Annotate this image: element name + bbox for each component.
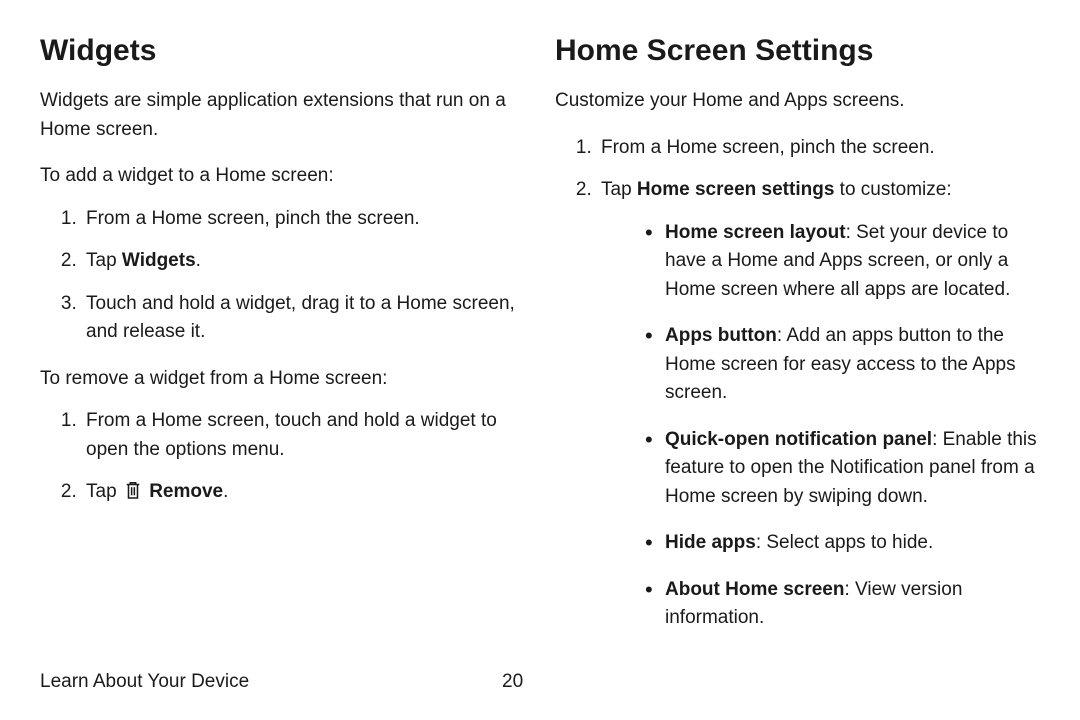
- text: to customize:: [834, 179, 951, 200]
- bold-text: About Home screen: [665, 579, 844, 600]
- bold-text: Home screen settings: [637, 179, 834, 200]
- list-item: About Home screen: View version informat…: [643, 576, 1040, 633]
- text: Tap: [86, 250, 122, 271]
- home-settings-intro: Customize your Home and Apps screens.: [555, 87, 1040, 116]
- home-settings-steps: From a Home screen, pinch the screen. Ta…: [555, 134, 1040, 633]
- left-column: Widgets Widgets are simple application e…: [40, 28, 525, 651]
- bold-text: Hide apps: [665, 532, 756, 553]
- list-item: Touch and hold a widget, drag it to a Ho…: [82, 290, 525, 347]
- remove-widget-steps: From a Home screen, touch and hold a wid…: [40, 407, 525, 507]
- bold-text: Widgets: [122, 250, 196, 271]
- bold-text: Remove: [144, 481, 223, 502]
- list-item: Tap Home screen settings to customize: H…: [597, 176, 1040, 633]
- list-item: From a Home screen, touch and hold a wid…: [82, 407, 525, 464]
- text: Tap: [601, 179, 637, 200]
- text: Tap: [86, 481, 122, 502]
- bold-text: Apps button: [665, 325, 777, 346]
- add-widget-lead: To add a widget to a Home screen:: [40, 162, 525, 191]
- bold-text: Home screen layout: [665, 222, 846, 243]
- list-item: Quick-open notification panel: Enable th…: [643, 426, 1040, 512]
- widgets-intro: Widgets are simple application extension…: [40, 87, 525, 144]
- right-column: Home Screen Settings Customize your Home…: [555, 28, 1040, 651]
- home-settings-heading: Home Screen Settings: [555, 28, 1040, 73]
- list-item: Tap Remove.: [82, 478, 525, 507]
- widgets-heading: Widgets: [40, 28, 525, 73]
- settings-options-list: Home screen layout: Set your device to h…: [601, 219, 1040, 633]
- list-item: Hide apps: Select apps to hide.: [643, 529, 1040, 558]
- footer-page-number: 20: [502, 668, 523, 697]
- text: : Select apps to hide.: [756, 532, 933, 553]
- list-item: Apps button: Add an apps button to the H…: [643, 322, 1040, 408]
- add-widget-steps: From a Home screen, pinch the screen. Ta…: [40, 205, 525, 347]
- list-item: Home screen layout: Set your device to h…: [643, 219, 1040, 305]
- bold-text: Quick-open notification panel: [665, 429, 932, 450]
- footer-section-title: Learn About Your Device: [40, 668, 249, 697]
- text: .: [196, 250, 201, 271]
- text: .: [223, 481, 228, 502]
- list-item: Tap Widgets.: [82, 247, 525, 276]
- page-footer: Learn About Your Device 20: [40, 668, 1040, 697]
- list-item: From a Home screen, pinch the screen.: [597, 134, 1040, 163]
- remove-widget-lead: To remove a widget from a Home screen:: [40, 365, 525, 394]
- trash-icon: [124, 480, 142, 500]
- list-item: From a Home screen, pinch the screen.: [82, 205, 525, 234]
